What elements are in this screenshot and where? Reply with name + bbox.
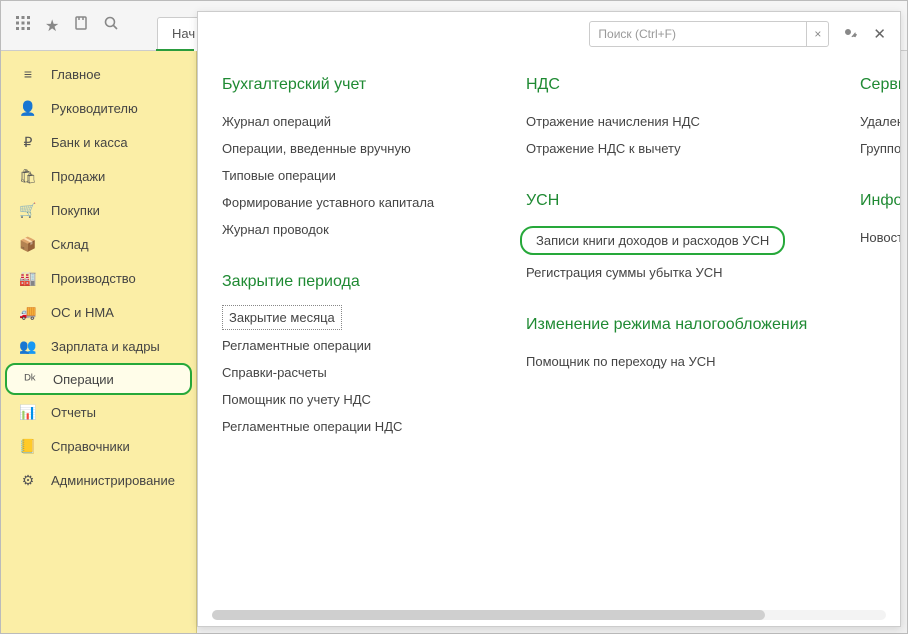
link-deletion[interactable]: Удаление по: [860, 108, 900, 135]
sidebar-item-label: Продажи: [51, 169, 105, 184]
gear-icon: ⚙: [19, 471, 37, 489]
truck-icon: 🚚: [19, 303, 37, 321]
sidebar-item-directories[interactable]: 📒 Справочники: [1, 429, 196, 463]
sidebar-item-purchases[interactable]: 🛒 Покупки: [1, 193, 196, 227]
sidebar-item-label: Склад: [51, 237, 89, 252]
link-usn-loss-registration[interactable]: Регистрация суммы убытка УСН: [526, 259, 816, 286]
sidebar-item-label: Операции: [53, 372, 114, 387]
section-service[interactable]: Сервис: [860, 76, 900, 94]
link-vat-accrual[interactable]: Отражение начисления НДС: [526, 108, 816, 135]
people-icon: 👥: [19, 337, 37, 355]
sidebar-item-label: Отчеты: [51, 405, 96, 420]
link-usn-book-entries[interactable]: Записи книги доходов и расходов УСН: [520, 226, 785, 255]
sidebar-item-production[interactable]: 🏭 Производство: [1, 261, 196, 295]
sidebar: ≡ Главное 👤 Руководителю ₽ Банк и касса …: [1, 51, 197, 633]
bag-icon: 🛍: [19, 167, 37, 185]
sidebar-item-manager[interactable]: 👤 Руководителю: [1, 91, 196, 125]
factory-icon: 🏭: [19, 269, 37, 287]
sidebar-item-assets[interactable]: 🚚 ОС и НМА: [1, 295, 196, 329]
sidebar-item-label: Банк и касса: [51, 135, 128, 150]
section-vat[interactable]: НДС: [526, 76, 816, 94]
sidebar-item-warehouse[interactable]: 📦 Склад: [1, 227, 196, 261]
star-icon[interactable]: ★: [45, 16, 59, 36]
sidebar-item-operations[interactable]: ᴰᵏ Операции: [5, 363, 192, 395]
section-tax-regime[interactable]: Изменение режима налогообложения: [526, 316, 816, 334]
search-field[interactable]: ×: [589, 21, 829, 47]
sidebar-item-label: Справочники: [51, 439, 130, 454]
link-group-op[interactable]: Групповое пе: [860, 135, 900, 162]
link-news[interactable]: Новости: [860, 224, 900, 251]
link-usn-transition-assistant[interactable]: Помощник по переходу на УСН: [526, 348, 816, 375]
link-capital-formation[interactable]: Формирование уставного капитала: [222, 189, 482, 216]
sidebar-item-admin[interactable]: ⚙ Администрирование: [1, 463, 196, 497]
sidebar-item-label: Производство: [51, 271, 136, 286]
sidebar-item-label: ОС и НМА: [51, 305, 114, 320]
section-usn[interactable]: УСН: [526, 192, 816, 210]
link-manual-operations[interactable]: Операции, введенные вручную: [222, 135, 482, 162]
sidebar-item-sales[interactable]: 🛍 Продажи: [1, 159, 196, 193]
person-icon: 👤: [19, 99, 37, 117]
link-journal-operations[interactable]: Журнал операций: [222, 108, 482, 135]
chart-icon: 📊: [19, 403, 37, 421]
scrollbar-thumb[interactable]: [212, 610, 765, 620]
history-icon[interactable]: [73, 15, 89, 36]
operations-icon: ᴰᵏ: [21, 370, 39, 388]
sidebar-item-label: Руководителю: [51, 101, 138, 116]
operations-panel: × ✕ Бухгалтерский учет Журнал операций О…: [197, 11, 901, 627]
link-typical-operations[interactable]: Типовые операции: [222, 162, 482, 189]
link-vat-assistant[interactable]: Помощник по учету НДС: [222, 386, 482, 413]
sidebar-item-label: Главное: [51, 67, 101, 82]
search-icon[interactable]: [103, 15, 119, 36]
sidebar-item-label: Зарплата и кадры: [51, 339, 160, 354]
sidebar-item-bank[interactable]: ₽ Банк и касса: [1, 125, 196, 159]
section-period-closing[interactable]: Закрытие периода: [222, 273, 482, 291]
apps-icon[interactable]: [15, 15, 31, 36]
link-vat-deduction[interactable]: Отражение НДС к вычету: [526, 135, 816, 162]
settings-icon[interactable]: [839, 23, 857, 46]
close-icon[interactable]: ✕: [873, 25, 886, 43]
link-month-closing[interactable]: Закрытие месяца: [222, 305, 342, 330]
link-reference-calcs[interactable]: Справки-расчеты: [222, 359, 482, 386]
box-icon: 📦: [19, 235, 37, 253]
book-icon: 📒: [19, 437, 37, 455]
sidebar-item-hr[interactable]: 👥 Зарплата и кадры: [1, 329, 196, 363]
link-scheduled-operations[interactable]: Регламентные операции: [222, 332, 482, 359]
tab-label: Нач: [172, 26, 195, 41]
link-postings-journal[interactable]: Журнал проводок: [222, 216, 482, 243]
ruble-icon: ₽: [19, 133, 37, 151]
sidebar-item-main[interactable]: ≡ Главное: [1, 57, 196, 91]
search-input[interactable]: [590, 27, 806, 41]
section-information[interactable]: Информация: [860, 192, 900, 210]
horizontal-scrollbar[interactable]: [212, 610, 886, 620]
sidebar-item-label: Покупки: [51, 203, 100, 218]
menu-icon: ≡: [19, 65, 37, 83]
search-clear-button[interactable]: ×: [806, 22, 828, 46]
sidebar-item-label: Администрирование: [51, 473, 175, 488]
section-accounting[interactable]: Бухгалтерский учет: [222, 76, 482, 94]
cart-icon: 🛒: [19, 201, 37, 219]
link-scheduled-vat-ops[interactable]: Регламентные операции НДС: [222, 413, 482, 440]
sidebar-item-reports[interactable]: 📊 Отчеты: [1, 395, 196, 429]
